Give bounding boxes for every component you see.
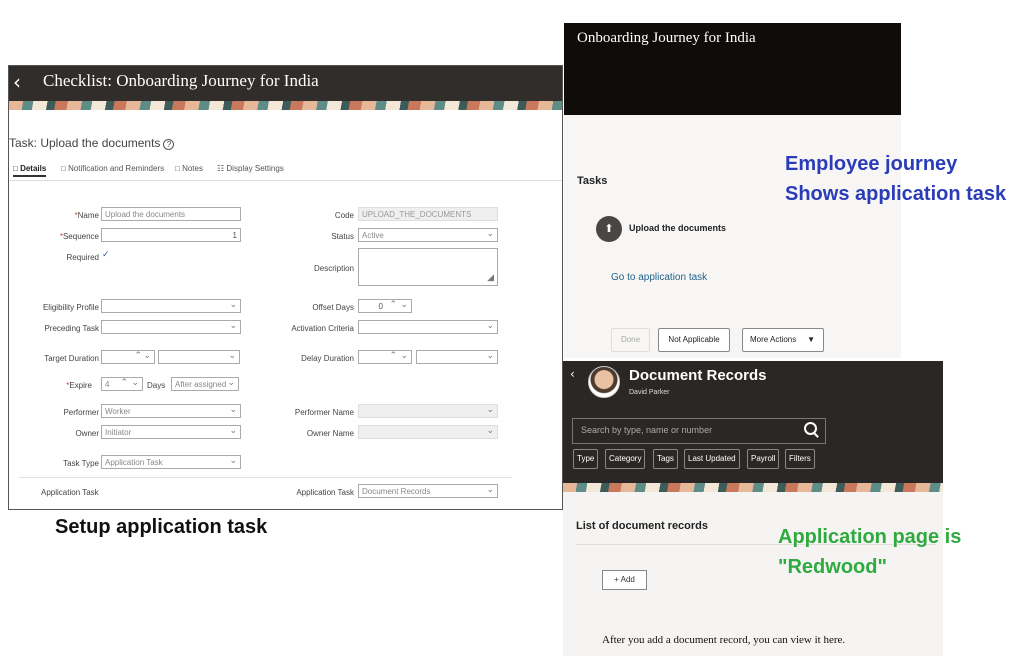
expire-after-select[interactable]: After assigned ⌄ (171, 377, 239, 391)
name-input[interactable]: Upload the documents (101, 207, 241, 221)
description-label: Description (313, 264, 354, 273)
document-upload-icon: ⬆ (596, 216, 622, 242)
performer-name-label: Performer Name (294, 408, 354, 417)
person-name: David Parker (629, 389, 670, 396)
tab-notes[interactable]: □ Notes (175, 164, 203, 173)
help-icon[interactable]: ? (163, 139, 175, 150)
docs-title: Document Records (629, 367, 767, 384)
setup-panel: ‹ Checklist: Onboarding Journey for Indi… (8, 65, 563, 510)
docs-header: ‹ Document Records David Parker Search b… (563, 361, 943, 483)
task-name[interactable]: Upload the documents (629, 223, 726, 233)
go-to-application-task-link[interactable]: Go to application task (611, 272, 707, 283)
owner-name-label: Owner Name (306, 429, 354, 438)
redwood-note: Application page is "Redwood" (778, 526, 962, 578)
code-label: Code (334, 211, 354, 220)
filter-chip-payroll[interactable]: Payroll (747, 449, 780, 469)
target-unit-select[interactable]: ⌄ (158, 350, 240, 364)
owner-select[interactable]: Initiator ⌄ (101, 425, 241, 439)
search-input[interactable]: Search by type, name or number (572, 418, 826, 444)
delay-label: Delay Duration (301, 354, 354, 363)
delay-unit-select[interactable]: ⌄ (416, 350, 498, 364)
application-task-section: Application Task (41, 488, 99, 497)
add-button[interactable]: + Add (602, 570, 647, 590)
journey-header: Onboarding Journey for India (564, 23, 901, 115)
status-select[interactable]: Active ⌄ (358, 228, 498, 242)
filter-chip-type[interactable]: Type (573, 449, 599, 469)
done-button[interactable]: Done (611, 328, 650, 352)
filter-chip-tags[interactable]: Tags (653, 449, 678, 469)
setup-header: ‹ Checklist: Onboarding Journey for Indi… (9, 66, 562, 101)
activation-label: Activation Criteria (291, 324, 354, 333)
delay-stepper[interactable]: ⌃ ⌄ (358, 350, 412, 364)
eligibility-label: Eligibility Profile (42, 303, 99, 312)
required-label: Required (66, 253, 99, 262)
application-task-select[interactable]: Document Records ⌄ (358, 484, 498, 498)
description-textarea[interactable]: ◢ (358, 248, 498, 286)
tab-bar: □ Details □ Notification and Reminders □… (9, 162, 562, 181)
filter-chip-last-updated[interactable]: Last Updated (684, 449, 740, 469)
not-applicable-button[interactable]: Not Applicable (658, 328, 730, 352)
performer-label: Performer (63, 408, 99, 417)
preceding-select[interactable]: ⌄ (101, 320, 241, 334)
list-heading: List of document records (576, 520, 709, 532)
back-chevron-icon[interactable]: ‹ (13, 70, 21, 94)
sequence-input[interactable]: 1 (101, 228, 241, 242)
expire-stepper[interactable]: 4 ⌃ ⌄ (101, 377, 143, 391)
code-input: UPLOAD_THE_DOCUMENTS (358, 207, 498, 221)
task-type-label: Task Type (63, 459, 99, 468)
task-type-select[interactable]: Application Task ⌄ (101, 455, 241, 469)
owner-label: Owner (75, 429, 99, 438)
activation-select[interactable]: ⌄ (358, 320, 498, 334)
task-heading: Task: Upload the documents? (9, 136, 175, 150)
filter-chip-filters[interactable]: Filters (785, 449, 815, 469)
performer-name-select: ⌄ (358, 404, 498, 418)
status-label: Status (331, 232, 354, 241)
header-pattern (9, 101, 562, 110)
expire-label: *Expire (66, 381, 92, 390)
more-actions-button[interactable]: More Actions ▼ (742, 328, 824, 352)
owner-name-select: ⌄ (358, 425, 498, 439)
eligibility-select[interactable]: ⌄ (101, 299, 241, 313)
application-task-label: Application Task (296, 488, 354, 497)
target-stepper[interactable]: ⌃ ⌄ (101, 350, 155, 364)
tasks-heading: Tasks (577, 175, 608, 187)
plus-icon: + (614, 575, 619, 584)
avatar (588, 366, 620, 398)
target-label: Target Duration (44, 354, 99, 363)
tab-details[interactable]: □ Details (13, 164, 47, 177)
setup-caption: Setup application task (55, 516, 268, 538)
offset-stepper[interactable]: 0 ⌃ ⌄ (358, 299, 412, 313)
sequence-label: *Sequence (59, 232, 99, 241)
empty-state-text: After you add a document record, you can… (602, 634, 846, 646)
performer-select[interactable]: Worker ⌄ (101, 404, 241, 418)
tab-notifications[interactable]: □ Notification and Reminders (61, 164, 164, 173)
search-icon[interactable] (804, 422, 817, 435)
back-chevron-icon[interactable]: ‹ (570, 367, 575, 381)
days-label: Days (147, 381, 166, 390)
tab-display-settings[interactable]: ☷ Display Settings (217, 164, 284, 173)
caret-down-icon: ▼ (807, 335, 815, 344)
page-title: Checklist: Onboarding Journey for India (43, 71, 319, 90)
name-label: *Name (74, 211, 99, 220)
document-records-panel: ‹ Document Records David Parker Search b… (563, 361, 943, 656)
filter-chip-category[interactable]: Category (605, 449, 646, 469)
required-checkbox[interactable]: ✓ (102, 250, 110, 260)
header-pattern (563, 483, 943, 492)
journey-note: Employee journey Shows application task (785, 153, 1007, 205)
offset-label: Offset Days (312, 303, 354, 312)
journey-title: Onboarding Journey for India (577, 30, 756, 46)
section-divider (19, 477, 512, 478)
preceding-label: Preceding Task (44, 324, 99, 333)
